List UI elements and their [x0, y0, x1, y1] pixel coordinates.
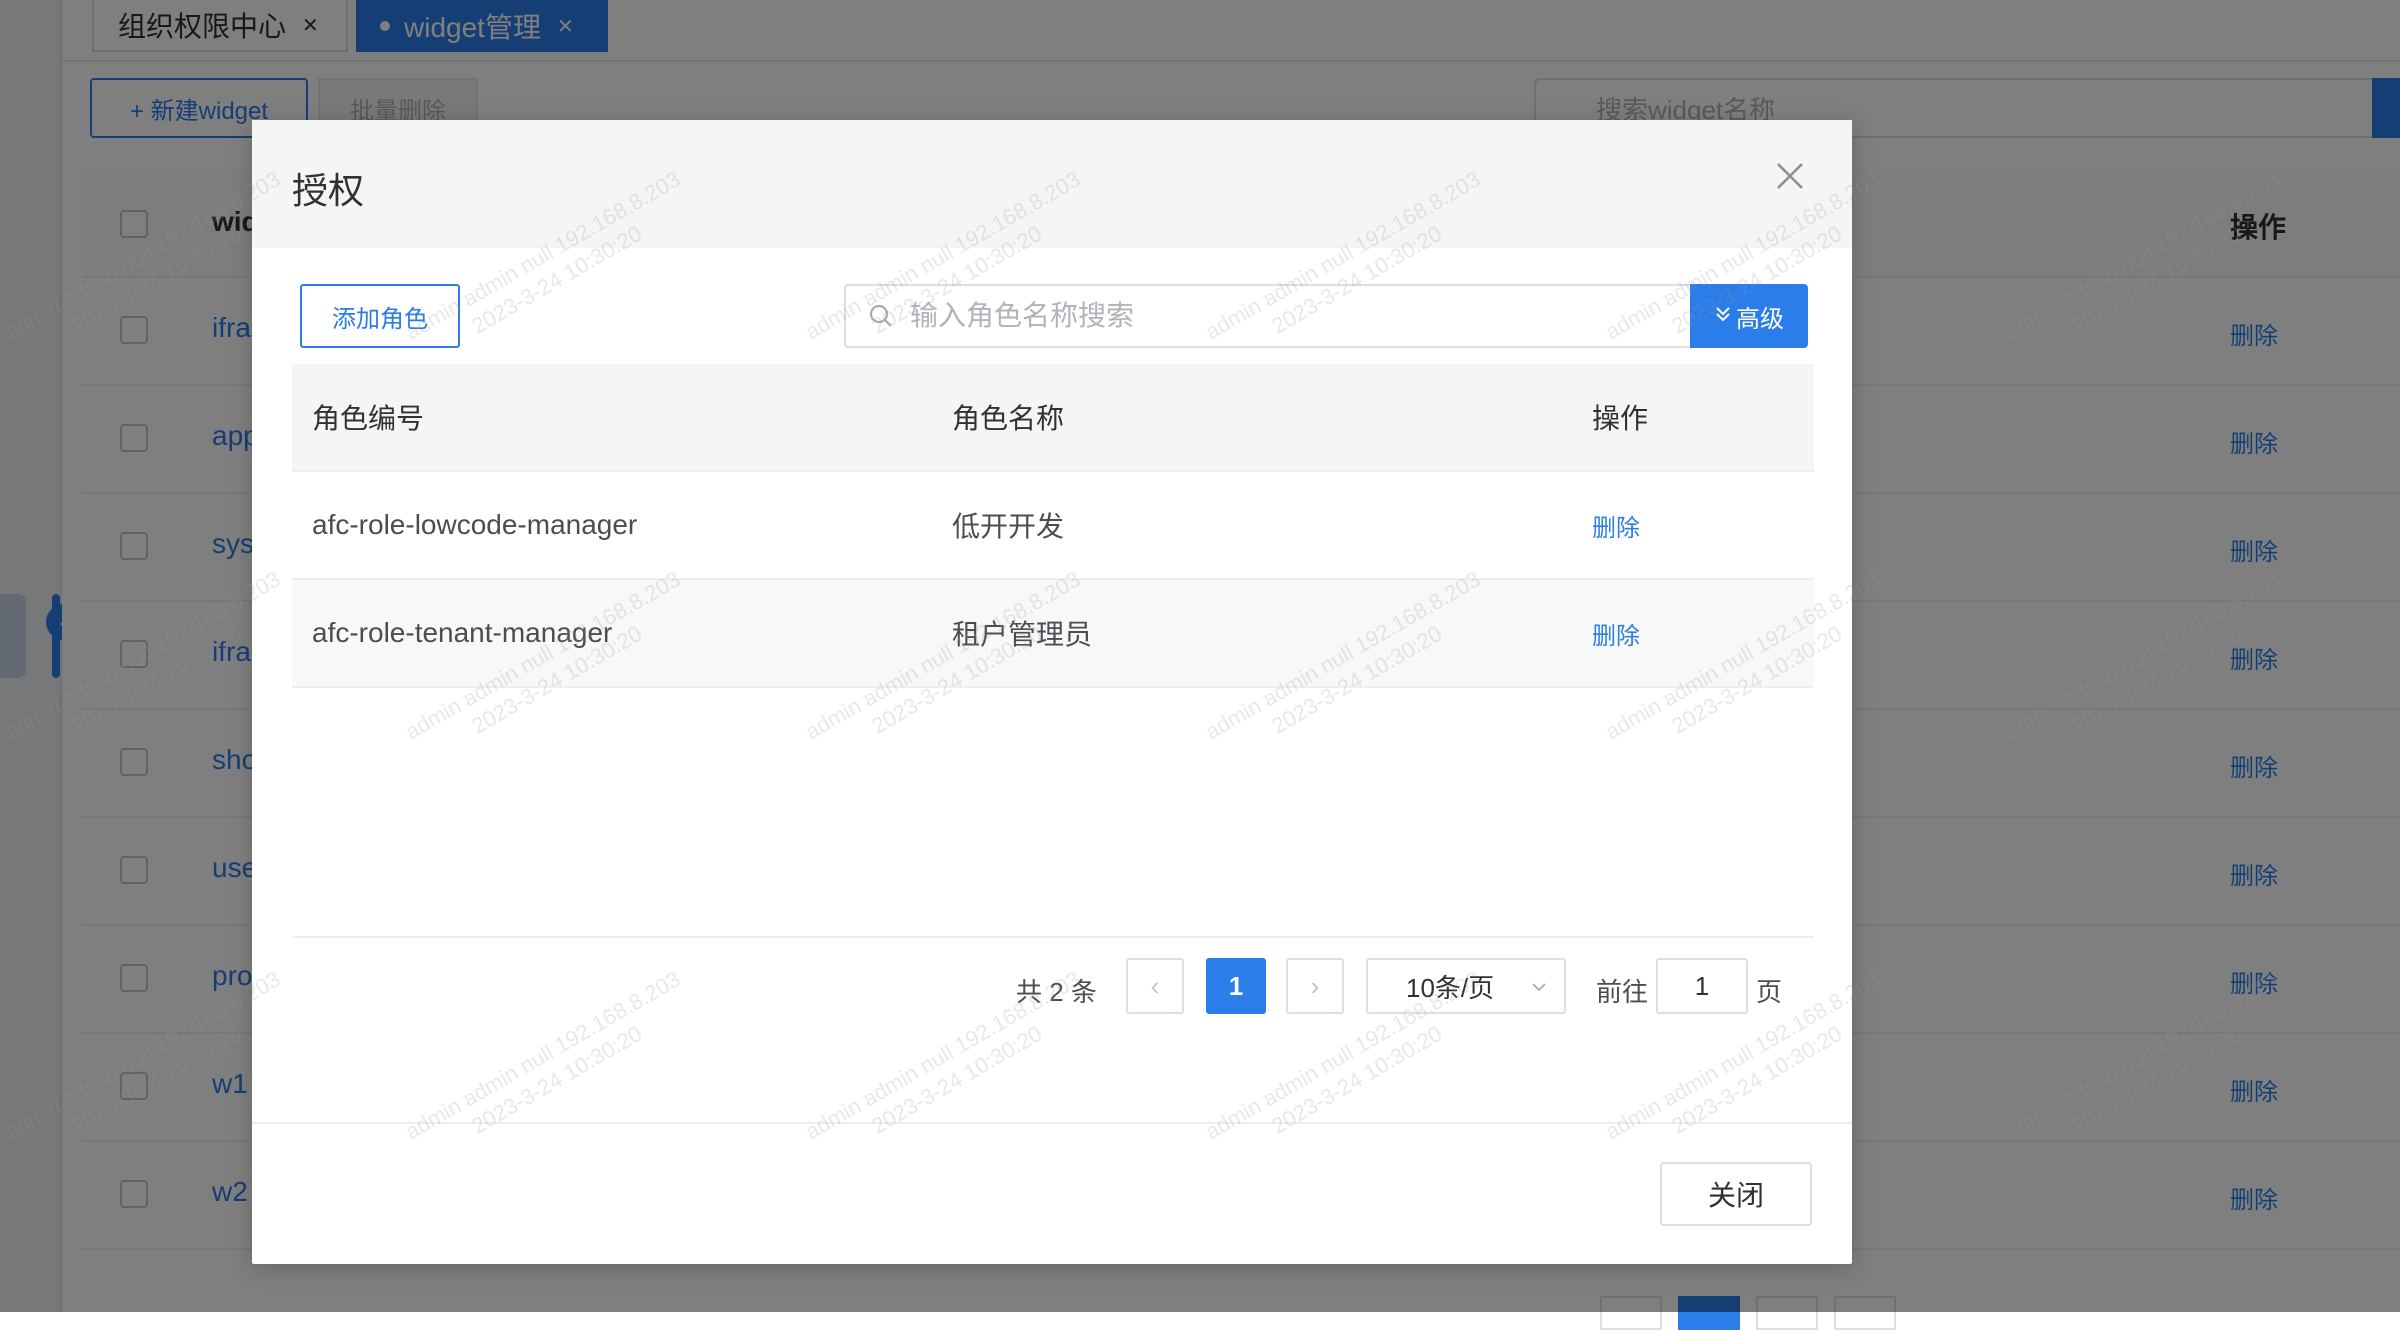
- dialog-header: 授权: [252, 120, 1852, 248]
- page-number-current[interactable]: 1: [1206, 958, 1266, 1014]
- pagination: 共 2 条 ‹ 1 › 10条/页 前往 页: [252, 958, 1852, 1018]
- advanced-search-button[interactable]: 高级: [1690, 284, 1808, 348]
- prev-page-button[interactable]: ‹: [1126, 958, 1184, 1014]
- pagination-total: 共 2 条: [1016, 977, 1097, 1007]
- table-divider: [292, 936, 1814, 938]
- goto-label: 前往: [1596, 977, 1649, 1007]
- role-table: 角色编号 角色名称 操作 afc-role-lowcode-manager 低开…: [292, 364, 1814, 688]
- role-table-header: 角色编号 角色名称 操作: [292, 364, 1814, 472]
- next-page-button[interactable]: ›: [1286, 958, 1344, 1014]
- page-size-value: 10条/页: [1406, 972, 1495, 1003]
- close-icon[interactable]: [1770, 156, 1810, 196]
- chevron-left-icon: ‹: [1150, 970, 1160, 1001]
- delete-role-link[interactable]: 删除: [1592, 508, 1640, 543]
- table-row: afc-role-lowcode-manager 低开开发 删除: [292, 472, 1814, 580]
- dialog-title: 授权: [292, 170, 365, 211]
- column-header-ops: 操作: [1592, 403, 1649, 434]
- advanced-label: 高级: [1736, 305, 1784, 333]
- role-search-field[interactable]: [844, 284, 1690, 348]
- role-search-input[interactable]: [908, 299, 1672, 333]
- close-dialog-button[interactable]: 关闭: [1660, 1162, 1812, 1226]
- role-id-cell: afc-role-tenant-manager: [312, 617, 613, 648]
- role-name-cell: 低开开发: [952, 511, 1065, 542]
- chevron-right-icon: ›: [1310, 970, 1320, 1001]
- search-icon: [868, 303, 894, 329]
- role-name-cell: 租户管理员: [952, 619, 1093, 650]
- delete-role-link[interactable]: 删除: [1592, 616, 1640, 651]
- authorize-dialog: 授权 添加角色 高级 角色编号 角色名称 操作 afc-role-lowcode…: [252, 120, 1852, 1264]
- page-size-select[interactable]: 10条/页: [1366, 958, 1566, 1014]
- column-header-role-name: 角色名称: [952, 403, 1065, 434]
- goto-page-input[interactable]: [1656, 958, 1748, 1014]
- table-row: afc-role-tenant-manager 租户管理员 删除: [292, 580, 1814, 688]
- dialog-footer-divider: [252, 1122, 1852, 1124]
- chevron-down-icon: [1528, 974, 1550, 996]
- role-id-cell: afc-role-lowcode-manager: [312, 509, 638, 540]
- add-role-button[interactable]: 添加角色: [300, 284, 460, 348]
- double-chevron-down-icon: [1714, 305, 1732, 328]
- page-suffix: 页: [1756, 977, 1783, 1007]
- column-header-role-id: 角色编号: [312, 403, 425, 434]
